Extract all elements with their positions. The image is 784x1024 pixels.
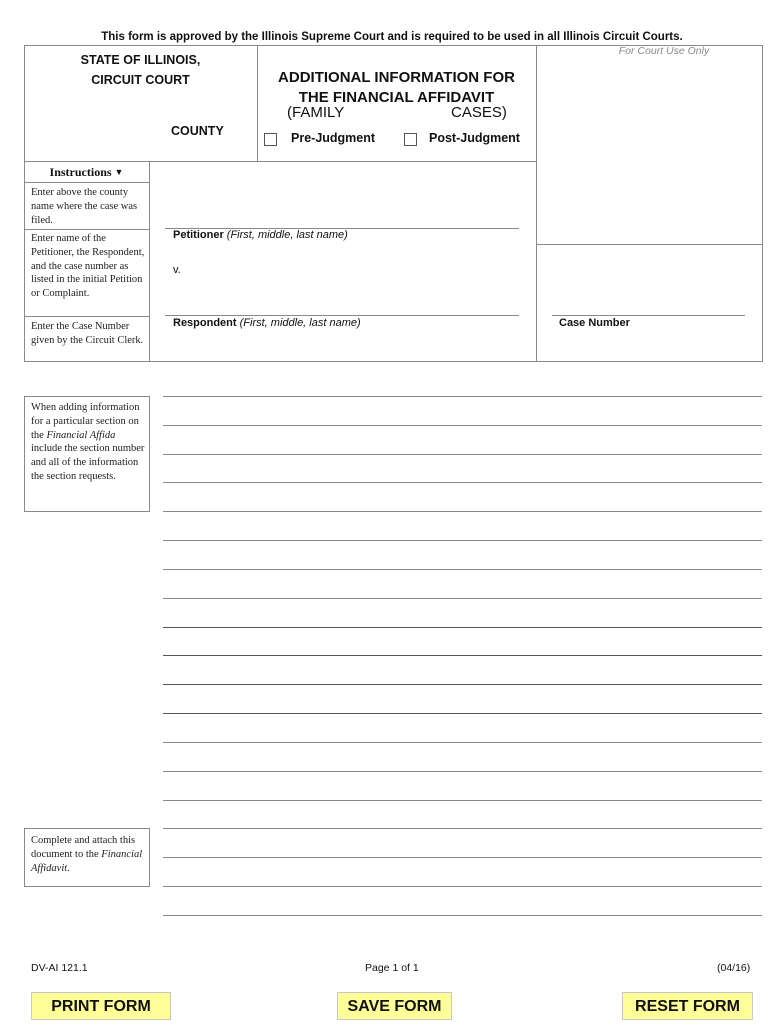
instruction-case-number: Enter the Case Number given by the Circu… bbox=[31, 321, 144, 346]
attach-note-post: . bbox=[67, 862, 70, 874]
reset-form-button[interactable]: RESET FORM bbox=[622, 992, 753, 1020]
info-line bbox=[163, 425, 762, 426]
info-line-input[interactable] bbox=[163, 542, 762, 568]
court-use-bottom-rule bbox=[536, 244, 762, 245]
info-line bbox=[163, 482, 762, 483]
petitioner-title: Petitioner bbox=[173, 229, 224, 241]
approval-notice: This form is approved by the Illinois Su… bbox=[101, 31, 683, 43]
info-line bbox=[163, 396, 762, 397]
respondent-line bbox=[165, 315, 519, 316]
court-use-label: For Court Use Only bbox=[618, 45, 710, 57]
state-label: STATE OF ILLINOIS, bbox=[80, 53, 201, 67]
instruction-county: Enter above the county name where the ca… bbox=[31, 187, 138, 226]
instructions-rule-2 bbox=[24, 229, 149, 230]
subtitle-left: (FAMILY bbox=[287, 104, 345, 121]
info-line-input[interactable] bbox=[163, 628, 762, 654]
info-line bbox=[163, 713, 762, 714]
info-line-input[interactable] bbox=[163, 744, 762, 770]
print-form-button[interactable]: PRINT FORM bbox=[31, 992, 171, 1020]
info-line-input[interactable] bbox=[163, 571, 762, 597]
info-line-input[interactable] bbox=[163, 484, 762, 510]
info-line bbox=[163, 886, 762, 887]
versus-label: v. bbox=[173, 264, 181, 276]
attach-note: Complete and attach this document to the… bbox=[31, 834, 146, 875]
respondent-title: Respondent bbox=[173, 317, 237, 329]
pre-judgment-label: Pre-Judgment bbox=[291, 131, 376, 145]
instruction-parties: Enter name of the Petitioner, the Respon… bbox=[31, 233, 145, 300]
info-line-input[interactable] bbox=[163, 427, 762, 453]
post-judgment-checkbox[interactable] bbox=[404, 133, 417, 146]
info-line-input[interactable] bbox=[163, 773, 762, 799]
post-judgment-label: Post-Judgment bbox=[429, 131, 520, 145]
info-line-input[interactable] bbox=[163, 369, 762, 395]
caret-down-icon: ▼ bbox=[114, 167, 124, 177]
petitioner-label: Petitioner (First, middle, last name) bbox=[173, 229, 348, 241]
form-title: ADDITIONAL INFORMATION FOR THE FINANCIAL… bbox=[257, 68, 536, 108]
case-number-input[interactable] bbox=[552, 287, 745, 314]
respondent-label: Respondent (First, middle, last name) bbox=[173, 317, 361, 329]
info-line bbox=[163, 569, 762, 570]
info-line-input[interactable] bbox=[163, 600, 762, 626]
info-line bbox=[163, 915, 762, 916]
info-line-input[interactable] bbox=[163, 801, 762, 827]
info-line-input[interactable] bbox=[163, 455, 762, 481]
court-heading: STATE OF ILLINOIS, CIRCUIT COURT bbox=[24, 50, 257, 90]
section-note-italic: Financial Affida bbox=[46, 429, 116, 441]
info-line bbox=[163, 742, 762, 743]
instructions-rule-1 bbox=[24, 182, 149, 183]
info-line-input[interactable] bbox=[163, 513, 762, 539]
info-line-input[interactable] bbox=[163, 657, 762, 683]
info-line bbox=[163, 684, 762, 685]
case-number-line bbox=[552, 315, 745, 316]
info-line-input[interactable] bbox=[163, 398, 762, 424]
instructions-rule-3 bbox=[24, 316, 149, 317]
respondent-hint: (First, middle, last name) bbox=[239, 317, 361, 329]
info-line bbox=[163, 655, 762, 656]
case-number-label: Case Number bbox=[559, 317, 630, 329]
title-line-1: ADDITIONAL INFORMATION FOR bbox=[278, 69, 515, 86]
instructions-toggle[interactable]: Instructions ▼ bbox=[24, 161, 149, 182]
info-line bbox=[163, 857, 762, 858]
revision-date: (04/16) bbox=[717, 962, 751, 974]
respondent-input[interactable] bbox=[165, 287, 519, 314]
subtitle-right: CASES) bbox=[451, 104, 507, 121]
circuit-court-label: CIRCUIT COURT bbox=[91, 73, 190, 87]
info-line-input[interactable] bbox=[163, 830, 762, 856]
info-line-input[interactable] bbox=[163, 888, 762, 914]
instructions-divider bbox=[149, 161, 150, 362]
section-note: When adding information for a particular… bbox=[31, 401, 146, 484]
info-line-input[interactable] bbox=[163, 859, 762, 885]
county-label: COUNTY bbox=[171, 124, 224, 138]
info-line bbox=[163, 598, 762, 599]
instructions-heading: Instructions bbox=[49, 165, 112, 179]
info-line-input[interactable] bbox=[163, 715, 762, 741]
court-use-divider bbox=[536, 45, 537, 362]
save-form-button[interactable]: SAVE FORM bbox=[337, 992, 452, 1020]
petitioner-input[interactable] bbox=[165, 200, 519, 227]
info-line-input[interactable] bbox=[163, 686, 762, 712]
page-number: Page 1 of 1 bbox=[365, 962, 419, 974]
info-line bbox=[163, 540, 762, 541]
form-id: DV-AI 121.1 bbox=[31, 962, 88, 974]
petitioner-hint: (First, middle, last name) bbox=[226, 229, 348, 241]
section-note-post: include the section number and all of th… bbox=[31, 443, 145, 482]
county-input[interactable] bbox=[30, 95, 168, 135]
info-line bbox=[163, 511, 762, 512]
pre-judgment-checkbox[interactable] bbox=[264, 133, 277, 146]
info-line bbox=[163, 771, 762, 772]
info-line bbox=[163, 828, 762, 829]
